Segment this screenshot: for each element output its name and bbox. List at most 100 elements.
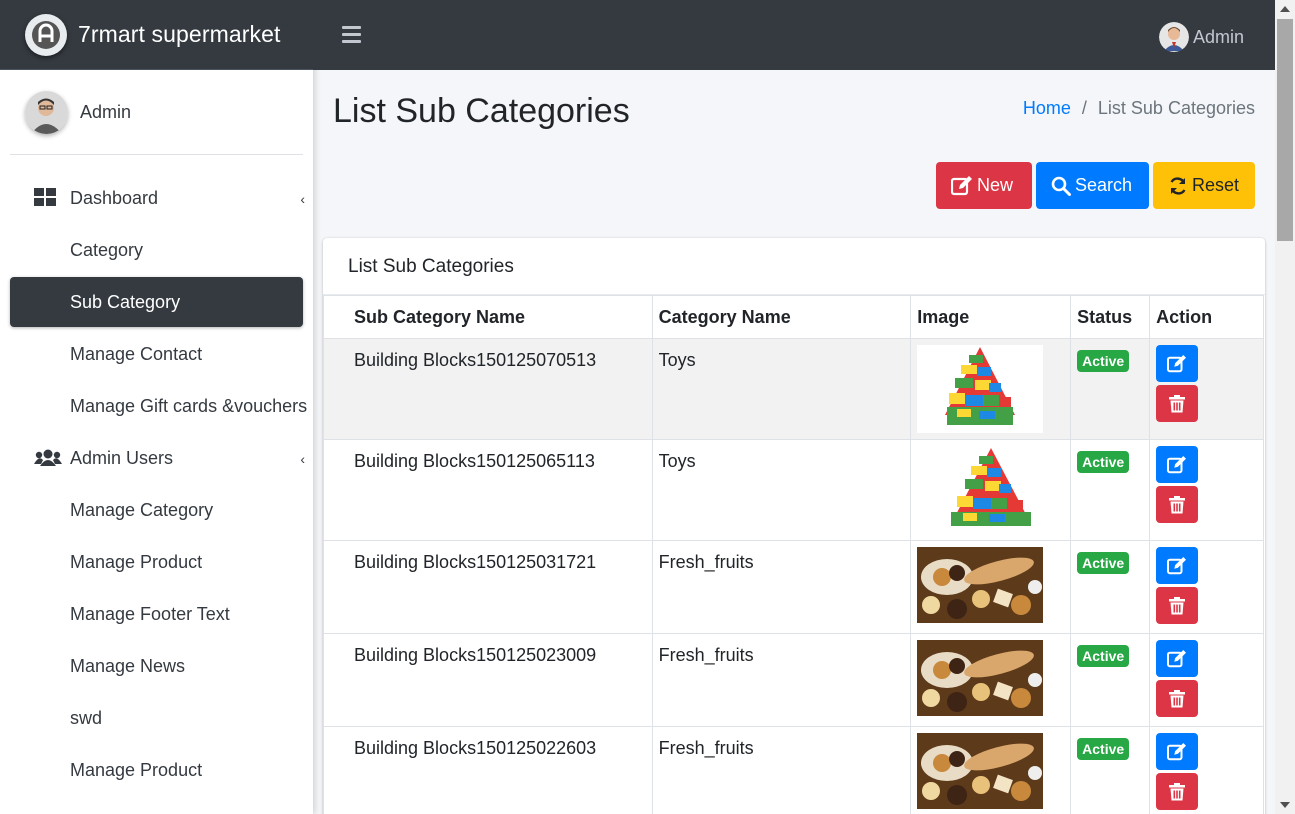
- status-cell: Active: [1070, 338, 1151, 440]
- sidebar: 7rmart supermarket Admin Dashboard ‹ Cat…: [0, 0, 313, 814]
- user-avatar: [25, 90, 68, 134]
- cookies-image: [917, 547, 1044, 623]
- trash-icon: [1169, 394, 1186, 412]
- sidebar-item-gift-cards[interactable]: Manage Gift cards &vouchers: [10, 381, 307, 431]
- table-row: Building Blocks150125022603 Fresh_fruits: [323, 726, 1264, 814]
- sidebar-item-manage-product-2[interactable]: Manage Product: [10, 745, 303, 795]
- sub-category-name: Building Blocks150125070513: [323, 338, 653, 440]
- table-row: Building Blocks150125023009 Fresh_fruits: [323, 633, 1264, 727]
- top-user-name: Admin: [1192, 26, 1244, 47]
- cookies-image: [917, 640, 1044, 716]
- scroll-thumb[interactable]: [1277, 19, 1293, 241]
- action-cell: [1149, 633, 1264, 727]
- delete-button[interactable]: [1156, 773, 1199, 810]
- delete-button[interactable]: [1156, 587, 1199, 624]
- sidebar-item-manage-category[interactable]: Manage Category: [10, 485, 303, 535]
- sidebar-item-swd[interactable]: swd: [10, 693, 303, 743]
- category-name: Toys: [651, 338, 912, 440]
- sidebar-item-manage-news[interactable]: Manage News: [10, 641, 303, 691]
- lego-tree-image: [917, 446, 1044, 534]
- user-name[interactable]: Admin: [80, 102, 131, 123]
- category-name: Fresh_fruits: [651, 633, 912, 727]
- sidebar-nav: Dashboard ‹ Category Sub Category Manage…: [0, 173, 313, 795]
- breadcrumb-current: List Sub Categories: [1097, 98, 1255, 118]
- edit-icon: [1167, 354, 1187, 372]
- sub-category-name: Building Blocks150125065113: [323, 439, 653, 541]
- brand-link[interactable]: 7rmart supermarket: [0, 0, 313, 70]
- hamburger-menu-icon[interactable]: [342, 26, 361, 43]
- sidebar-item-category[interactable]: Category: [10, 225, 303, 275]
- sidebar-item-label: Dashboard: [70, 187, 159, 208]
- delete-button[interactable]: [1156, 385, 1199, 422]
- search-button[interactable]: Search: [1036, 162, 1149, 209]
- image-cell: [910, 540, 1072, 634]
- column-header: Image: [910, 295, 1072, 339]
- edit-button[interactable]: [1156, 547, 1199, 584]
- sidebar-item-manage-contact[interactable]: Manage Contact: [10, 329, 303, 379]
- delete-button[interactable]: [1156, 680, 1199, 717]
- breadcrumb-separator: /: [1081, 98, 1087, 118]
- sub-category-name: Building Blocks150125022603: [323, 726, 653, 814]
- edit-button[interactable]: [1156, 345, 1199, 382]
- category-name: Fresh_fruits: [651, 726, 912, 814]
- sidebar-item-label: swd: [70, 707, 103, 728]
- sidebar-item-label: Manage Footer Text: [70, 603, 230, 624]
- sub-categories-table: Sub Category Name Category Name Image St…: [323, 295, 1264, 814]
- edit-icon: [1167, 455, 1187, 473]
- sidebar-item-label: Manage Product: [70, 759, 203, 780]
- image-cell: [910, 439, 1072, 541]
- sidebar-item-label: Manage Product: [70, 551, 203, 572]
- sidebar-item-label: Category: [70, 239, 144, 260]
- status-badge: Active: [1077, 552, 1130, 574]
- category-name: Fresh_fruits: [651, 540, 912, 634]
- action-cell: [1149, 439, 1264, 541]
- column-header: Sub Category Name: [323, 295, 653, 339]
- reset-button[interactable]: Reset: [1153, 162, 1255, 209]
- top-user-menu[interactable]: Admin: [1158, 22, 1244, 52]
- sidebar-item-admin-users[interactable]: Admin Users ‹: [10, 433, 305, 483]
- refresh-icon: [1170, 176, 1186, 195]
- page-title: List Sub Categories: [333, 92, 630, 130]
- sub-category-name: Building Blocks150125031721: [323, 540, 653, 634]
- delete-button[interactable]: [1156, 486, 1199, 523]
- scroll-up-arrow-icon[interactable]: [1280, 6, 1290, 12]
- trash-icon: [1169, 596, 1186, 614]
- status-cell: Active: [1070, 726, 1151, 814]
- column-header: Action: [1149, 295, 1264, 339]
- image-cell: [910, 338, 1072, 440]
- page-scrollbar[interactable]: [1275, 0, 1295, 814]
- new-button-label: New: [977, 175, 1014, 195]
- status-cell: Active: [1070, 439, 1151, 541]
- trash-icon: [1169, 495, 1186, 513]
- chevron-left-icon: ‹: [300, 191, 305, 207]
- sidebar-item-label: Manage Contact: [70, 343, 203, 364]
- top-navbar: Admin: [313, 0, 1275, 70]
- action-cell: [1149, 338, 1264, 440]
- brand-logo: [25, 13, 67, 56]
- cookies-image: [917, 733, 1044, 809]
- breadcrumb-home-link[interactable]: Home: [1023, 98, 1071, 119]
- sidebar-item-dashboard[interactable]: Dashboard ‹: [10, 173, 305, 223]
- reset-button-label: Reset: [1192, 175, 1240, 195]
- edit-icon: [1167, 649, 1187, 667]
- edit-icon: [951, 175, 972, 195]
- edit-button[interactable]: [1156, 446, 1199, 483]
- edit-button[interactable]: [1156, 733, 1199, 770]
- sidebar-item-manage-product[interactable]: Manage Product: [10, 537, 303, 587]
- user-panel: Admin: [10, 70, 303, 155]
- top-user-avatar: [1158, 22, 1189, 52]
- sidebar-item-label: Manage News: [70, 655, 186, 676]
- status-badge: Active: [1077, 451, 1130, 473]
- sidebar-item-sub-category[interactable]: Sub Category: [10, 277, 303, 327]
- edit-icon: [1167, 556, 1187, 574]
- column-header: Category Name: [651, 295, 912, 339]
- status-badge: Active: [1077, 350, 1130, 372]
- new-button[interactable]: New: [936, 162, 1032, 209]
- edit-button[interactable]: [1156, 640, 1199, 677]
- table-header-row: Sub Category Name Category Name Image St…: [323, 295, 1264, 339]
- action-buttons: New Search Reset: [936, 162, 1255, 209]
- scroll-down-arrow-icon[interactable]: [1280, 802, 1290, 808]
- sidebar-item-label: Admin Users: [70, 447, 174, 468]
- status-cell: Active: [1070, 540, 1151, 634]
- sidebar-item-manage-footer-text[interactable]: Manage Footer Text: [10, 589, 303, 639]
